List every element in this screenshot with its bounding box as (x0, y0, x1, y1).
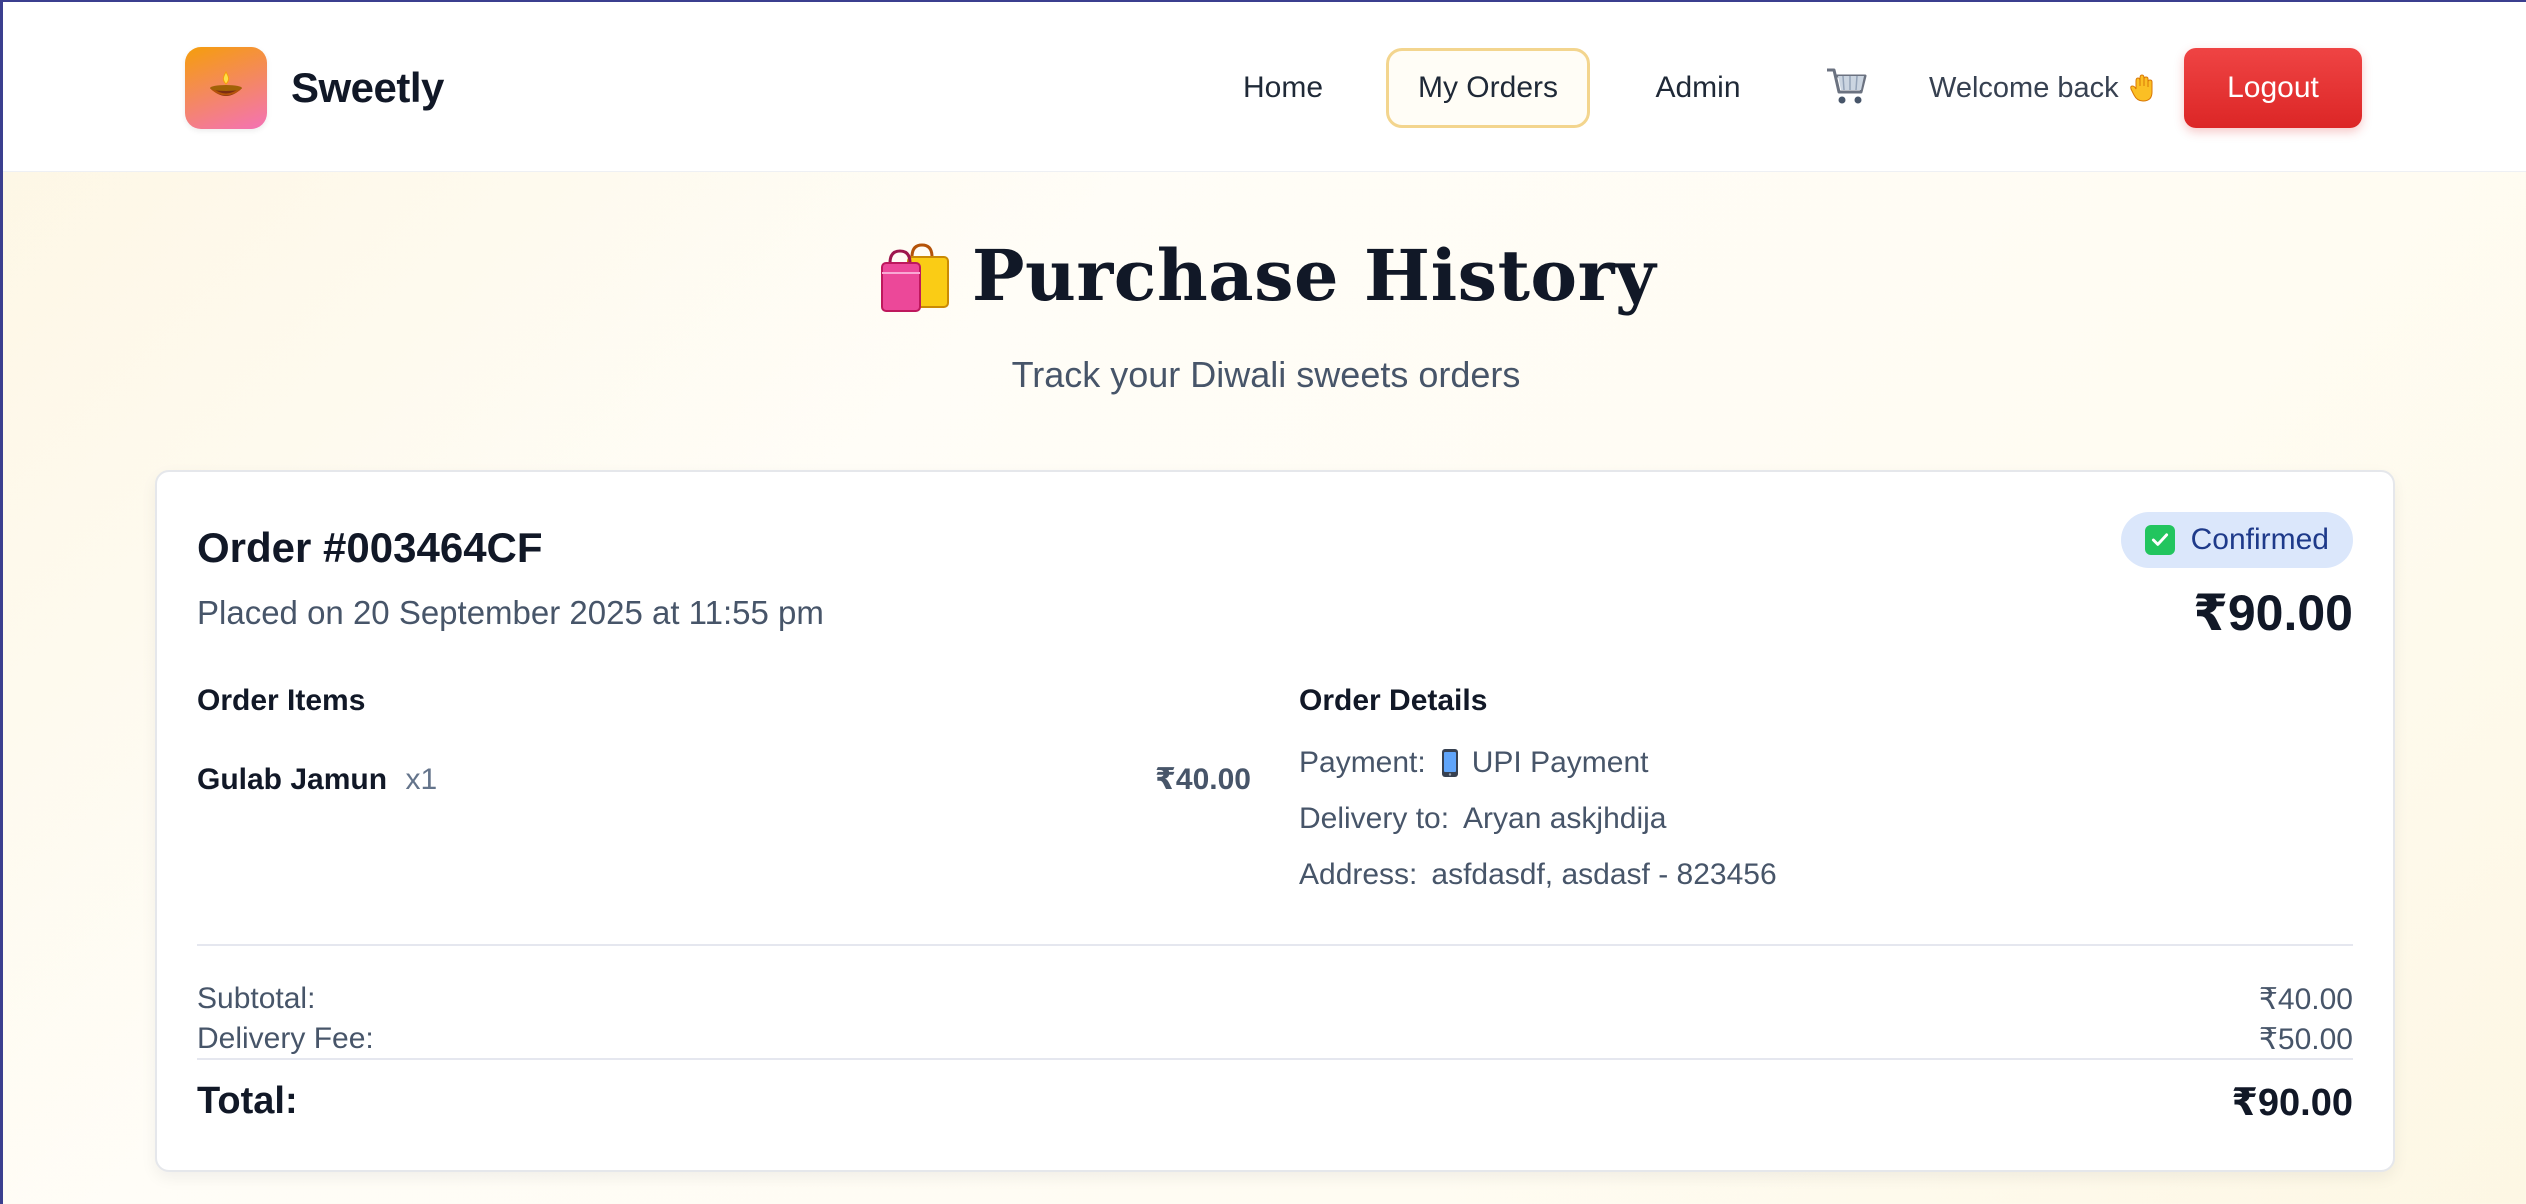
item-price: ₹40.00 (1155, 763, 1251, 796)
shopping-cart-icon[interactable] (1823, 62, 1871, 110)
order-card: Order #003464CF Placed on 20 September 2… (155, 470, 2395, 1172)
order-item-row: Gulab Jamun x1 ₹40.00 (197, 762, 1251, 797)
waving-hand-icon (2127, 72, 2159, 104)
address-value: asfdasdf, asdasf - 823456 (1431, 858, 1777, 891)
shopping-bags-icon (876, 237, 954, 315)
delivery-fee-value: ₹50.00 (2258, 1023, 2353, 1056)
address-label: Address: (1299, 858, 1418, 891)
subtotal-row: Subtotal: ₹40.00 (197, 982, 2353, 1017)
nav-link-home[interactable]: Home (1223, 48, 1343, 128)
total-label: Total: (197, 1080, 298, 1122)
order-total-amount: ₹90.00 (2193, 585, 2353, 641)
payment-value: UPI Payment (1471, 746, 1649, 779)
total-value: ₹90.00 (2231, 1082, 2353, 1124)
status-badge: Confirmed (2120, 512, 2353, 568)
item-name: Gulab Jamun (197, 762, 388, 796)
delivery-fee-row: Delivery Fee: ₹50.00 (197, 1022, 2353, 1057)
check-mark-icon (2144, 525, 2175, 555)
diya-lamp-icon (185, 47, 267, 129)
brand-name: Sweetly (291, 64, 444, 111)
delivery-detail: Delivery to: Aryan askjhdija (1299, 802, 1666, 836)
item-quantity: x1 (405, 762, 438, 796)
order-items-title: Order Items (197, 684, 366, 717)
delivery-fee-label: Delivery Fee: (197, 1022, 374, 1055)
divider (197, 1058, 2353, 1060)
welcome-message: Welcome back (1929, 48, 2159, 128)
subtotal-label: Subtotal: (197, 982, 316, 1015)
order-id: Order #003464CF (197, 524, 543, 571)
divider (197, 944, 2353, 946)
address-detail: Address: asfdasdf, asdasf - 823456 (1299, 858, 1777, 892)
order-details-title: Order Details (1299, 684, 1488, 717)
logout-button[interactable]: Logout (2184, 48, 2362, 128)
page-title: Purchase History (971, 234, 1657, 317)
page-subtitle: Track your Diwali sweets orders (1011, 354, 1521, 395)
subtotal-value: ₹40.00 (2258, 983, 2353, 1016)
delivery-value: Aryan askjhdija (1463, 802, 1667, 835)
status-text: Confirmed (2190, 523, 2329, 556)
nav-link-admin[interactable]: Admin (1633, 48, 1763, 128)
order-placed-date: Placed on 20 September 2025 at 11:55 pm (197, 594, 824, 631)
mobile-phone-icon (1440, 748, 1460, 778)
brand[interactable]: Sweetly (185, 47, 444, 129)
page-header: Purchase History (3, 234, 2526, 317)
total-row: Total: ₹90.00 (197, 1080, 2353, 1125)
payment-label: Payment: (1299, 746, 1426, 779)
navbar: Sweetly Home My Orders Admin Welcome bac… (3, 2, 2526, 172)
delivery-label: Delivery to: (1299, 802, 1450, 835)
welcome-text: Welcome back (1929, 71, 2119, 104)
payment-detail: Payment: UPI Payment (1299, 746, 1648, 780)
nav-link-my-orders[interactable]: My Orders (1386, 48, 1590, 128)
